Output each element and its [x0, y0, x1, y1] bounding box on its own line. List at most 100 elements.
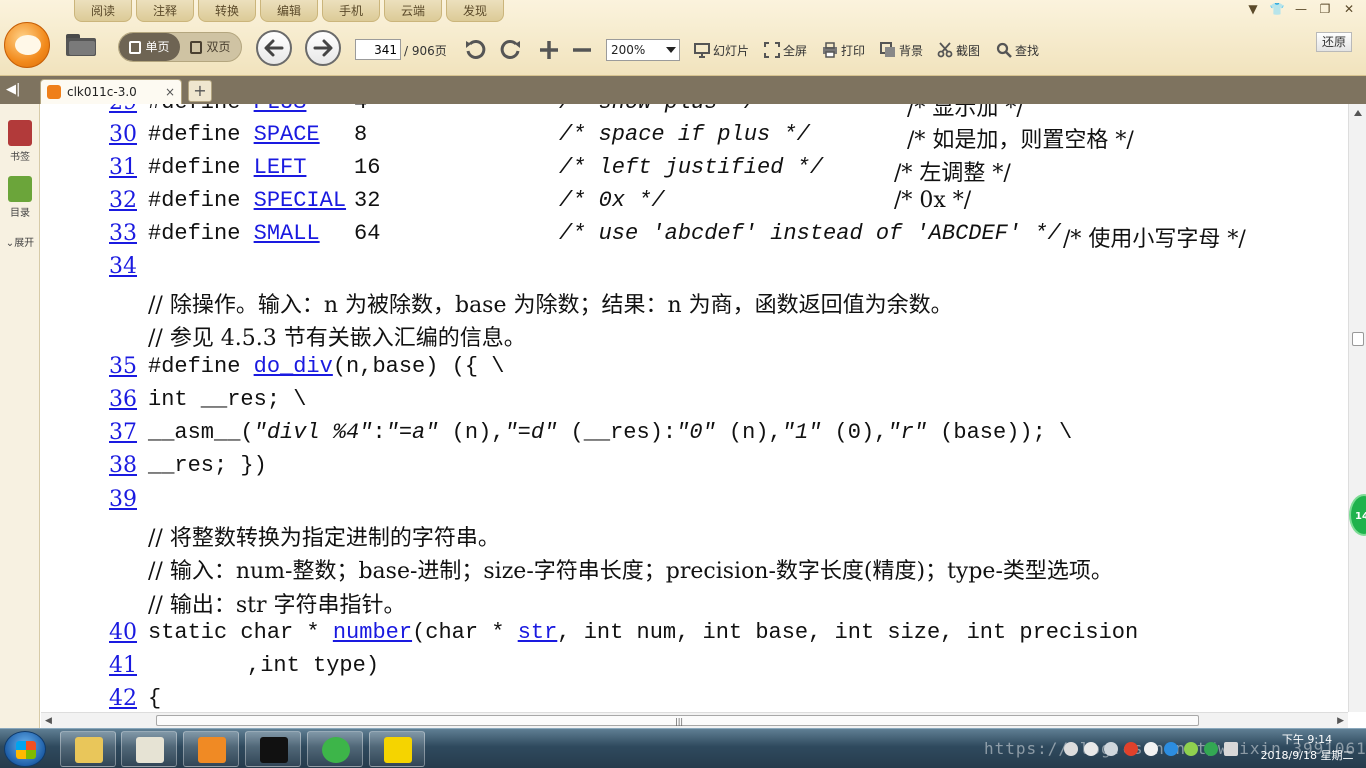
line-number-link[interactable]: 36 [109, 387, 137, 412]
zoom-in-icon[interactable] [537, 38, 561, 62]
single-page-button[interactable]: 单页 [119, 33, 180, 61]
add-icon[interactable] [1184, 742, 1198, 756]
line-number-link[interactable]: 41 [109, 653, 137, 678]
taskbar-sync-app[interactable] [307, 731, 363, 767]
signal-icon[interactable] [1104, 742, 1118, 756]
zoom-value: 200% [611, 43, 646, 57]
line-number-link[interactable]: 42 [109, 686, 137, 711]
menu-tab-cloud[interactable]: 云端 [382, 0, 444, 22]
scissors-icon [937, 42, 953, 58]
network-icon[interactable] [1064, 742, 1078, 756]
back-button[interactable] [256, 30, 292, 66]
identifier-link[interactable]: LEFT [254, 155, 307, 180]
close-tab-button[interactable]: × [165, 85, 181, 99]
close-button[interactable]: ✕ [1338, 0, 1360, 18]
fullscreen-button[interactable]: 全屏 [764, 40, 807, 60]
pdf-reader-icon [198, 737, 226, 763]
chart-app-icon [136, 737, 164, 763]
line-number-link[interactable]: 32 [109, 188, 137, 213]
expand-label: 展开 [14, 238, 35, 249]
code-text: #define SMALL [148, 221, 320, 246]
page-number-input[interactable] [355, 39, 401, 60]
skin-icon[interactable]: 👕 [1266, 0, 1288, 18]
clock[interactable]: 下午 9:14 2018/9/18 星期二 [1252, 732, 1362, 764]
toc-button[interactable]: 目录 [0, 176, 40, 219]
line-number-link[interactable]: 40 [109, 620, 137, 645]
clock-time: 下午 9:14 [1281, 733, 1333, 746]
line-number-link[interactable]: 29 [109, 104, 137, 115]
find-button[interactable]: 查找 [996, 40, 1039, 60]
menu-tab-read[interactable]: 阅读 [72, 0, 134, 22]
line-number-link[interactable]: 39 [109, 487, 137, 512]
zoom-out-icon[interactable] [570, 38, 594, 62]
double-page-button[interactable]: 双页 [180, 33, 241, 61]
identifier-link[interactable]: do_div [254, 354, 333, 379]
arrow-left-icon [264, 39, 284, 57]
dropdown-menu-icon[interactable]: ▼ [1242, 0, 1264, 18]
document-tab[interactable]: clk011c-3.0 × [40, 79, 182, 104]
sogou-icon[interactable] [1124, 742, 1138, 756]
scroll-thumb[interactable] [1352, 332, 1364, 346]
ie-icon[interactable] [1164, 742, 1178, 756]
taskbar-pdf-reader[interactable] [183, 731, 239, 767]
line-number-link[interactable]: 35 [109, 354, 137, 379]
menu-tab-mobile[interactable]: 手机 [320, 0, 382, 22]
app-logo[interactable] [4, 22, 50, 68]
identifier-link[interactable]: number [333, 620, 412, 645]
menu-tab-convert[interactable]: 转换 [196, 0, 258, 22]
volume-icon[interactable] [1084, 742, 1098, 756]
line-number-link[interactable]: 31 [109, 155, 137, 180]
line-number-link[interactable]: 38 [109, 453, 137, 478]
vertical-scrollbar[interactable] [1348, 104, 1366, 712]
line-number-link[interactable]: 37 [109, 420, 137, 445]
rotate-right-icon[interactable] [498, 38, 522, 62]
identifier-link[interactable]: str [518, 620, 558, 645]
maximize-button[interactable]: ❐ [1314, 0, 1336, 18]
window-controls: ▼ 👕 — ❐ ✕ [1242, 0, 1360, 18]
scroll-thumb[interactable]: ||| [156, 715, 1199, 726]
background-button[interactable]: 背景 [880, 40, 923, 60]
horizontal-scrollbar[interactable]: ◀ ||| ▶ [41, 712, 1348, 728]
line-number-link[interactable]: 34 [109, 254, 137, 279]
scroll-right-icon[interactable]: ▶ [1337, 716, 1344, 726]
identifier-link[interactable]: SPACE [254, 122, 320, 147]
taskbar-terminal[interactable] [245, 731, 301, 767]
print-button[interactable]: 打印 [822, 40, 865, 60]
taskbar: https://blog.csdn.net/weixin_39910618 下午… [0, 728, 1366, 768]
taskbar-s-app[interactable] [369, 731, 425, 767]
rotate-left-icon[interactable] [464, 38, 488, 62]
bookmarks-button[interactable]: 书签 [0, 120, 40, 163]
zoom-select[interactable]: 200% [606, 39, 680, 61]
menu-tab-discover[interactable]: 发现 [444, 0, 506, 22]
slideshow-button[interactable]: 幻灯片 [694, 40, 749, 60]
printer-icon [823, 42, 837, 58]
toc-icon [8, 176, 32, 202]
screenshot-button[interactable]: 截图 [937, 40, 980, 60]
open-folder-icon[interactable] [64, 32, 98, 58]
identifier-link[interactable]: PLUS [254, 104, 307, 115]
code-text: static char * number(char * str, int num… [148, 620, 1139, 645]
menu-tab-edit[interactable]: 编辑 [258, 0, 320, 22]
scroll-up-icon[interactable] [1354, 110, 1362, 116]
add-tab-button[interactable]: + [188, 80, 212, 102]
find-label: 查找 [1015, 43, 1040, 58]
line-number-link[interactable]: 30 [109, 122, 137, 147]
restore-button[interactable]: 还原 [1316, 32, 1352, 52]
menu-tab-annotate[interactable]: 注释 [134, 0, 196, 22]
battery-icon[interactable] [1224, 742, 1238, 756]
identifier-link[interactable]: SPECIAL [254, 188, 346, 213]
expand-button[interactable]: ⌄展开 [0, 234, 40, 249]
security-icon[interactable] [1204, 742, 1218, 756]
minimize-button[interactable]: — [1290, 0, 1312, 18]
identifier-link[interactable]: SMALL [254, 221, 320, 246]
collapse-sidebar-icon[interactable]: ◀| [6, 82, 20, 97]
settings-icon[interactable] [1144, 742, 1158, 756]
taskbar-explorer[interactable] [60, 731, 116, 767]
taskbar-chart-app[interactable] [121, 731, 177, 767]
document-tab-bar: ◀| clk011c-3.0 × + [0, 76, 1366, 104]
line-number-link[interactable]: 33 [109, 221, 137, 246]
annotation-text: // 输入：num-整数；base-进制；size-字符串长度；precisio… [148, 559, 1113, 584]
start-button[interactable] [4, 731, 46, 767]
scroll-left-icon[interactable]: ◀ [45, 716, 52, 726]
forward-button[interactable] [305, 30, 341, 66]
